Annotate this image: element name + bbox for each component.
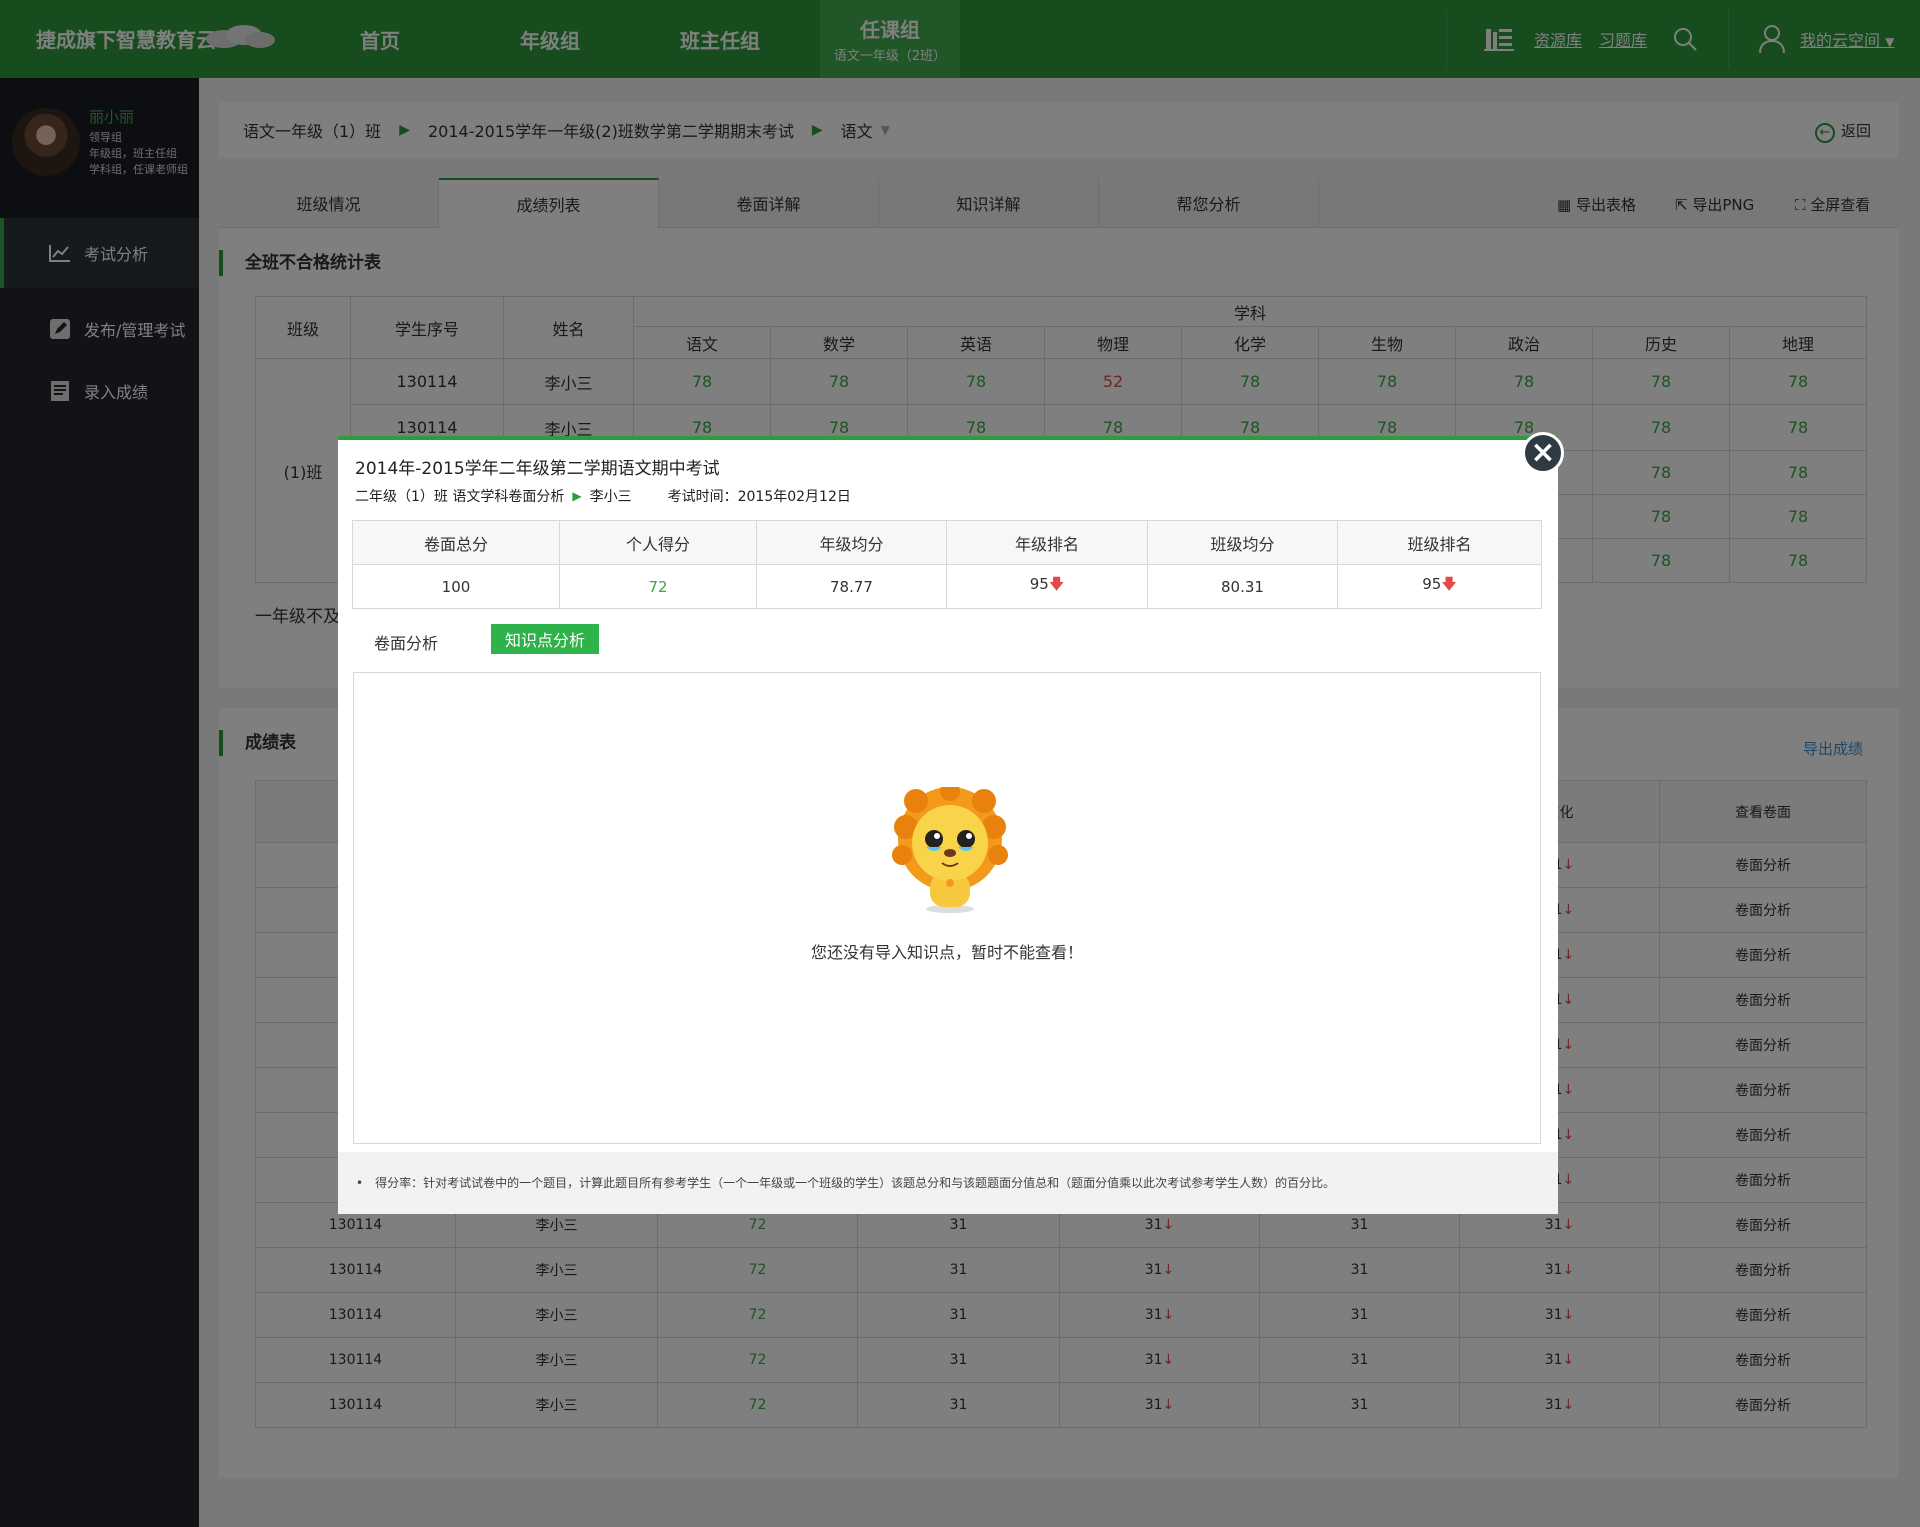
footnote-text: 得分率：针对考试试卷中的一个题目，计算此题目所有参考学生（一个一年级或一个班级的… (375, 1176, 1336, 1190)
tab-knowledge-analysis[interactable]: 知识点分析 (491, 624, 599, 654)
bullet-icon: • (356, 1176, 364, 1190)
arrow-down-icon: 🡇 (1048, 575, 1065, 593)
stats-table: 卷面总分 个人得分 年级均分 年级排名 班级均分 班级排名 100 72 78.… (352, 520, 1542, 609)
triangle-right-icon: ▶ (572, 489, 582, 503)
stat-grade-avg: 78.77 (756, 564, 947, 609)
stats-header: 班级均分 (1147, 520, 1338, 565)
paper-analysis-modal: 2014年-2015学年二年级第二学期语文期中考试 二年级（1）班 语文学科卷面… (338, 436, 1558, 1214)
stat-grade-rank: 95🡇 (946, 564, 1148, 609)
stats-header: 年级排名 (946, 520, 1148, 565)
knowledge-panel: 您还没有导入知识点，暂时不能查看！ (353, 672, 1541, 1144)
class-rank-value: 95 (1422, 575, 1442, 593)
stats-header: 班级排名 (1337, 520, 1542, 565)
close-icon[interactable]: × (1522, 432, 1564, 474)
stats-header: 个人得分 (559, 520, 757, 565)
modal-subtitle: 二年级（1）班 语文学科卷面分析 ▶ 李小三 考试时间：2015年02月12日 (355, 486, 851, 506)
stat-total: 100 (352, 564, 560, 609)
footnote: • 得分率：针对考试试卷中的一个题目，计算此题目所有参考学生（一个一年级或一个班级… (338, 1152, 1558, 1214)
crying-lion-icon (892, 787, 1008, 913)
arrow-down-icon: 🡇 (1441, 575, 1457, 593)
modal-class-label: 二年级（1）班 语文学科卷面分析 (355, 489, 565, 505)
grade-rank-value: 95 (1029, 575, 1049, 593)
modal-student: 李小三 (589, 489, 632, 505)
stats-header: 年级均分 (756, 520, 947, 565)
stats-header: 卷面总分 (352, 520, 560, 565)
stat-personal-score: 72 (559, 564, 757, 609)
tab-paper-analysis[interactable]: 卷面分析 (374, 630, 438, 654)
modal-title: 2014年-2015学年二年级第二学期语文期中考试 (355, 459, 720, 479)
stat-class-rank: 95🡇 (1337, 564, 1542, 609)
stat-class-avg: 80.31 (1147, 564, 1338, 609)
modal-exam-time: 考试时间：2015年02月12日 (667, 489, 851, 505)
empty-message: 您还没有导入知识点，暂时不能查看！ (810, 943, 1083, 962)
